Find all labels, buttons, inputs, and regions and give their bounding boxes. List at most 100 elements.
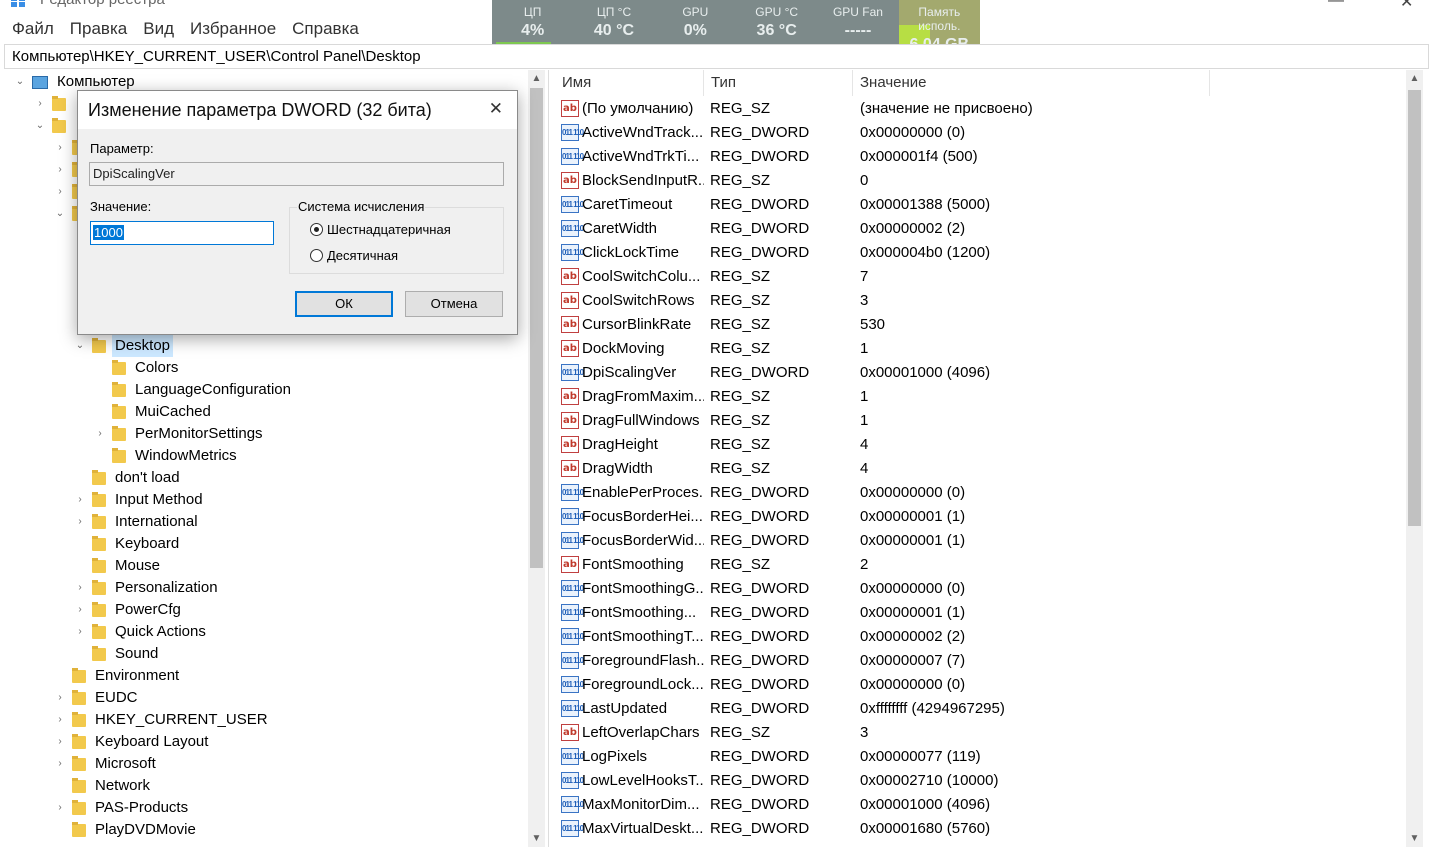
tree-node-international[interactable]: › International bbox=[74, 511, 201, 533]
table-row[interactable]: ab DragWidth REG_SZ 4 bbox=[555, 456, 1405, 480]
close-window-icon[interactable]: ✕ bbox=[1400, 0, 1413, 12]
chevron-right-icon[interactable]: › bbox=[74, 511, 86, 533]
chevron-right-icon[interactable]: › bbox=[54, 731, 66, 753]
table-row[interactable]: ab BlockSendInputR... REG_SZ 0 bbox=[555, 168, 1405, 192]
table-row[interactable]: 011 110 LastUpdated REG_DWORD 0xffffffff (4… bbox=[555, 696, 1405, 720]
table-row[interactable]: ab DragFullWindows REG_SZ 1 bbox=[555, 408, 1405, 432]
tree-node-languageconfiguration[interactable]: LanguageConfiguration bbox=[94, 379, 294, 401]
chevron-down-icon[interactable]: ⌄ bbox=[14, 71, 26, 93]
tree-node-permonitorsettings[interactable]: › PerMonitorSettings bbox=[94, 423, 266, 445]
table-row[interactable]: ab (По умолчанию) REG_SZ (значение не присв… bbox=[555, 96, 1405, 120]
chevron-right-icon[interactable]: › bbox=[54, 137, 66, 159]
close-icon[interactable]: ✕ bbox=[489, 99, 503, 119]
table-row[interactable]: ab CursorBlinkRate REG_SZ 530 bbox=[555, 312, 1405, 336]
tree-node-keyboard[interactable]: Keyboard bbox=[74, 533, 182, 555]
chevron-right-icon[interactable]: › bbox=[74, 489, 86, 511]
tree-scrollbar[interactable]: ▲ ▼ bbox=[528, 70, 545, 847]
table-row[interactable]: ab CoolSwitchColu... REG_SZ 7 bbox=[555, 264, 1405, 288]
tree-node-sound[interactable]: Sound bbox=[74, 643, 161, 665]
chevron-right-icon[interactable]: › bbox=[94, 423, 106, 445]
tree-node-hive[interactable]: ⌄ bbox=[34, 115, 72, 137]
list-scrollbar[interactable]: ▲ ▼ bbox=[1406, 70, 1423, 847]
table-row[interactable]: 011 110 CaretWidth REG_DWORD 0x00000002 (2) bbox=[555, 216, 1405, 240]
tree-node-personalization[interactable]: › Personalization bbox=[74, 577, 221, 599]
address-bar[interactable]: Компьютер\HKEY_CURRENT_USER\Control Pane… bbox=[4, 44, 1429, 69]
table-row[interactable]: 011 110 ClickLockTime REG_DWORD 0x000004b0 … bbox=[555, 240, 1405, 264]
menu-view[interactable]: Вид bbox=[143, 19, 174, 39]
table-row[interactable]: 011 110 FocusBorderWid... REG_DWORD 0x00000… bbox=[555, 528, 1405, 552]
table-row[interactable]: ab DragFromMaxim... REG_SZ 1 bbox=[555, 384, 1405, 408]
table-row[interactable]: 011 110 CaretTimeout REG_DWORD 0x00001388 (… bbox=[555, 192, 1405, 216]
chevron-right-icon[interactable]: › bbox=[54, 709, 66, 731]
table-row[interactable]: ab CoolSwitchRows REG_SZ 3 bbox=[555, 288, 1405, 312]
scroll-up-icon[interactable]: ▲ bbox=[528, 70, 545, 87]
tree-node-eudc[interactable]: › EUDC bbox=[54, 687, 141, 709]
column-header-value[interactable]: Значение bbox=[853, 70, 1210, 96]
table-row[interactable]: 011 110 FontSmoothing... REG_DWORD 0x000000… bbox=[555, 600, 1405, 624]
radio-hexadecimal[interactable]: Шестнадцатеричная bbox=[310, 222, 451, 237]
table-row[interactable]: 011 110 LowLevelHooksT... REG_DWORD 0x00002… bbox=[555, 768, 1405, 792]
chevron-right-icon[interactable]: › bbox=[34, 93, 46, 115]
tree-node-mouse[interactable]: Mouse bbox=[74, 555, 163, 577]
chevron-right-icon[interactable]: › bbox=[74, 599, 86, 621]
table-row[interactable]: 011 110 ActiveWndTrack... REG_DWORD 0x00000… bbox=[555, 120, 1405, 144]
tree-node-powercfg[interactable]: › PowerCfg bbox=[74, 599, 184, 621]
table-row[interactable]: 011 110 ActiveWndTrkTi... REG_DWORD 0x00000… bbox=[555, 144, 1405, 168]
chevron-right-icon[interactable]: › bbox=[54, 159, 66, 181]
chevron-down-icon[interactable]: ⌄ bbox=[54, 203, 66, 225]
table-row[interactable]: ab DockMoving REG_SZ 1 bbox=[555, 336, 1405, 360]
tree-node-hive[interactable]: › bbox=[34, 93, 72, 115]
table-row[interactable]: 011 110 FontSmoothingG... REG_DWORD 0x00000… bbox=[555, 576, 1405, 600]
chevron-right-icon[interactable]: › bbox=[74, 621, 86, 643]
chevron-right-icon[interactable]: › bbox=[74, 577, 86, 599]
chevron-right-icon[interactable]: › bbox=[54, 687, 66, 709]
tree-node-quick-actions[interactable]: › Quick Actions bbox=[74, 621, 209, 643]
table-row[interactable]: ab FontSmoothing REG_SZ 2 bbox=[555, 552, 1405, 576]
chevron-down-icon[interactable]: ⌄ bbox=[34, 115, 46, 137]
list-scroll-thumb[interactable] bbox=[1408, 90, 1421, 526]
tree-node-hkcu[interactable]: › HKEY_CURRENT_USER bbox=[54, 709, 271, 731]
tree-node-playdvdmovie[interactable]: PlayDVDMovie bbox=[54, 819, 199, 841]
ok-button[interactable]: ОК bbox=[295, 291, 393, 317]
scroll-up-icon[interactable]: ▲ bbox=[1406, 70, 1423, 87]
tree-node-microsoft[interactable]: › Microsoft bbox=[54, 753, 159, 775]
menu-help[interactable]: Справка bbox=[292, 19, 359, 39]
chevron-right-icon[interactable]: › bbox=[54, 181, 66, 203]
tree-node-pas-products[interactable]: › PAS-Products bbox=[54, 797, 191, 819]
tree-node-windowmetrics[interactable]: WindowMetrics bbox=[94, 445, 240, 467]
tree-node-keyboard-layout[interactable]: › Keyboard Layout bbox=[54, 731, 211, 753]
column-header-name[interactable]: Имя bbox=[555, 70, 704, 96]
tree-node-network[interactable]: Network bbox=[54, 775, 153, 797]
tree-node-desktop[interactable]: ⌄ Desktop bbox=[74, 335, 174, 357]
table-row[interactable]: 011 110 DpiScalingVer REG_DWORD 0x00001000 … bbox=[555, 360, 1405, 384]
tree-node-environment[interactable]: Environment bbox=[54, 665, 182, 687]
minimize-icon[interactable]: — bbox=[1328, 0, 1344, 10]
menu-file[interactable]: Файл bbox=[12, 19, 54, 39]
menu-edit[interactable]: Правка bbox=[70, 19, 127, 39]
table-row[interactable]: 011 110 MaxVirtualDeskt... REG_DWORD 0x0000… bbox=[555, 816, 1405, 840]
radio-decimal[interactable]: Десятичная bbox=[310, 248, 398, 263]
tree-scroll-thumb[interactable] bbox=[530, 88, 543, 568]
table-row[interactable]: 011 110 ForegroundLock... REG_DWORD 0x00000… bbox=[555, 672, 1405, 696]
cancel-button[interactable]: Отмена bbox=[405, 291, 503, 317]
table-row[interactable]: 011 110 MaxMonitorDim... REG_DWORD 0x000010… bbox=[555, 792, 1405, 816]
chevron-down-icon[interactable]: ⌄ bbox=[74, 335, 86, 357]
table-row[interactable]: ab LeftOverlapChars REG_SZ 3 bbox=[555, 720, 1405, 744]
table-row[interactable]: ab DragHeight REG_SZ 4 bbox=[555, 432, 1405, 456]
scroll-down-icon[interactable]: ▼ bbox=[528, 830, 545, 847]
tree-node-muicached[interactable]: MuiCached bbox=[94, 401, 214, 423]
scroll-down-icon[interactable]: ▼ bbox=[1406, 830, 1423, 847]
tree-node-dont-load[interactable]: don't load bbox=[74, 467, 183, 489]
chevron-right-icon[interactable]: › bbox=[54, 797, 66, 819]
table-row[interactable]: 011 110 FocusBorderHei... REG_DWORD 0x00000… bbox=[555, 504, 1405, 528]
chevron-right-icon[interactable]: › bbox=[54, 753, 66, 775]
tree-node-input-method[interactable]: › Input Method bbox=[74, 489, 206, 511]
tree-node-colors[interactable]: Colors bbox=[94, 357, 181, 379]
menu-favorites[interactable]: Избранное bbox=[190, 19, 276, 39]
value-input[interactable]: 1000 bbox=[90, 221, 274, 245]
table-row[interactable]: 011 110 EnablePerProces... REG_DWORD 0x0000… bbox=[555, 480, 1405, 504]
table-row[interactable]: 011 110 ForegroundFlash... REG_DWORD 0x0000… bbox=[555, 648, 1405, 672]
column-header-type[interactable]: Тип bbox=[704, 70, 853, 96]
table-row[interactable]: 011 110 FontSmoothingT... REG_DWORD 0x00000… bbox=[555, 624, 1405, 648]
table-row[interactable]: 011 110 LogPixels REG_DWORD 0x00000077 (119… bbox=[555, 744, 1405, 768]
